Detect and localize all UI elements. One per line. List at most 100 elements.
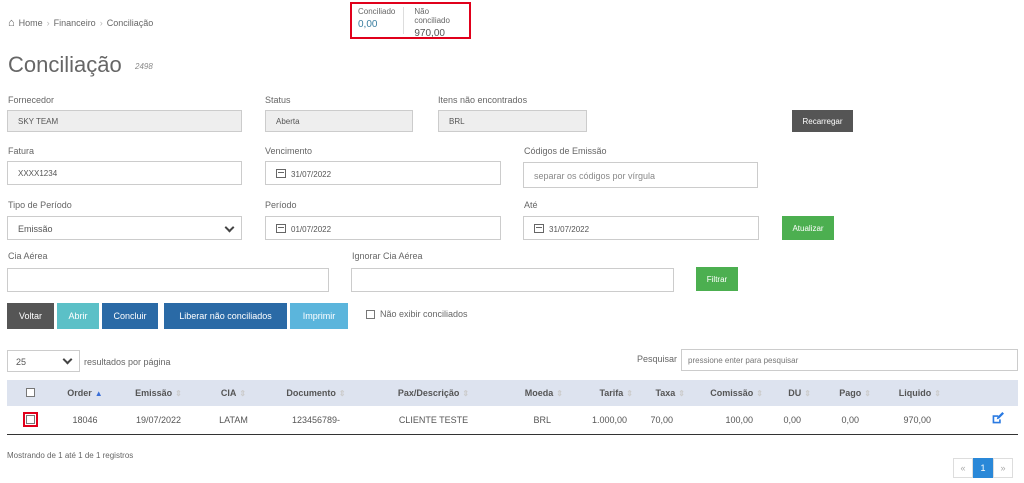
fornecedor-label: Fornecedor <box>8 95 55 105</box>
cia-aerea-input[interactable] <box>7 268 329 292</box>
nao-exibir-conciliados-checkbox[interactable] <box>366 309 375 319</box>
sort-icon: ⇕ <box>626 389 633 398</box>
cia-aerea-label: Cia Aérea <box>8 251 48 261</box>
conciliado-label: Conciliado <box>358 7 396 16</box>
tipo-periodo-label: Tipo de Período <box>8 200 72 210</box>
table-header-row: Order ▲ Emissão ⇕ CIA ⇕ Documento ⇕ Pax/Desc… <box>7 380 1018 406</box>
cell-du: 0,00 <box>763 406 811 435</box>
tipo-periodo-value: Emissão <box>18 224 53 234</box>
header-du[interactable]: DU ⇕ <box>763 380 811 406</box>
periodo-label: Período <box>265 200 297 210</box>
nao-conciliado-summary: Não conciliado 970,00 <box>414 7 463 39</box>
codigos-emissao-label: Códigos de Emissão <box>524 146 607 156</box>
ignorar-cia-label: Ignorar Cia Aérea <box>352 251 423 261</box>
status-field: Aberta <box>265 110 413 132</box>
atualizar-button[interactable]: Atualizar <box>782 216 834 240</box>
header-order[interactable]: Order ▲ <box>54 380 116 406</box>
table-info: Mostrando de 1 até 1 de 1 registros <box>7 451 134 460</box>
header-comissao[interactable]: Comissão ⇕ <box>685 380 763 406</box>
cell-documento: 123456789- <box>266 406 366 435</box>
home-icon[interactable]: ⌂ <box>8 17 15 29</box>
tipo-periodo-select[interactable]: Emissão <box>7 216 242 240</box>
sort-icon: ⇕ <box>175 389 182 398</box>
breadcrumb-home[interactable]: Home <box>19 18 43 28</box>
sort-icon: ⇕ <box>678 389 685 398</box>
calendar-icon <box>534 224 544 233</box>
vencimento-value: 31/07/2022 <box>291 170 332 179</box>
search-label: Pesquisar <box>637 354 678 364</box>
calendar-icon <box>276 169 286 178</box>
search-input[interactable]: pressione enter para pesquisar <box>681 349 1018 371</box>
per-page-label: resultados por página <box>84 357 171 367</box>
header-moeda[interactable]: Moeda ⇕ <box>501 380 563 406</box>
header-documento[interactable]: Documento ⇕ <box>266 380 366 406</box>
edit-icon[interactable] <box>991 412 1004 425</box>
filtrar-button[interactable]: Filtrar <box>696 267 738 291</box>
breadcrumb-financeiro[interactable]: Financeiro <box>54 18 96 28</box>
sort-asc-icon: ▲ <box>94 389 103 398</box>
sort-icon: ⇕ <box>239 389 247 398</box>
nao-conciliado-label: Não conciliado <box>414 7 450 25</box>
row-actions-cell <box>941 406 1018 435</box>
sort-icon: ⇕ <box>338 389 346 398</box>
table-row: 18046 19/07/2022 LATAM 123456789- CLIENT… <box>7 406 1018 435</box>
select-all-checkbox[interactable] <box>26 387 35 397</box>
fornecedor-field: SKY TEAM <box>7 110 242 132</box>
pagination: « 1 » <box>953 458 1013 478</box>
nao-conciliado-value: 970,00 <box>414 28 445 39</box>
page-id: 2498 <box>135 62 153 71</box>
cell-order: 18046 <box>54 406 116 435</box>
conciliado-value: 0,00 <box>358 19 378 30</box>
page-size-value: 25 <box>16 357 27 367</box>
conciliado-summary: Conciliado 0,00 <box>358 7 405 34</box>
header-cia[interactable]: CIA ⇕ <box>201 380 266 406</box>
row-checkbox[interactable] <box>26 415 35 425</box>
sort-icon: ⇕ <box>556 389 563 398</box>
header-pago[interactable]: Pago ⇕ <box>811 380 871 406</box>
imprimir-button[interactable]: Imprimir <box>290 303 348 329</box>
cell-taxa: 70,00 <box>633 406 685 435</box>
header-emissao[interactable]: Emissão ⇕ <box>116 380 201 406</box>
itens-nao-encontrados-label: Itens não encontrados <box>438 95 528 105</box>
nao-exibir-conciliados-label: Não exibir conciliados <box>380 309 468 319</box>
nao-exibir-conciliados-option[interactable]: Não exibir conciliados <box>366 309 468 319</box>
recarregar-button[interactable]: Recarregar <box>792 110 853 132</box>
cell-pago: 0,00 <box>811 406 871 435</box>
vencimento-input[interactable]: 31/07/2022 <box>265 161 501 185</box>
status-label: Status <box>265 95 291 105</box>
sort-icon: ⇕ <box>934 389 941 398</box>
abrir-button[interactable]: Abrir <box>57 303 99 329</box>
header-taxa[interactable]: Taxa ⇕ <box>633 380 685 406</box>
fatura-label: Fatura <box>8 146 35 156</box>
row-select-cell <box>7 406 54 435</box>
cell-tarifa: 1.000,00 <box>563 406 633 435</box>
next-page-button[interactable]: » <box>993 458 1013 478</box>
ignorar-cia-input[interactable] <box>351 268 674 292</box>
header-pax[interactable]: Pax/Descrição ⇕ <box>366 380 501 406</box>
row-checkbox-highlight <box>23 412 38 428</box>
codigos-emissao-input[interactable]: separar os códigos por vírgula <box>523 162 758 188</box>
fatura-input[interactable]: XXXX1234 <box>7 161 242 185</box>
ate-value: 31/07/2022 <box>549 225 590 234</box>
prev-page-button[interactable]: « <box>953 458 973 478</box>
cell-pax: CLIENTE TESTE <box>366 406 501 435</box>
sort-icon: ⇕ <box>756 389 763 398</box>
page-size-select[interactable]: 25 <box>7 350 80 372</box>
breadcrumb: ⌂ Home › Financeiro › Conciliação <box>8 17 153 29</box>
liberar-nao-conciliados-button[interactable]: Liberar não conciliados <box>164 303 287 329</box>
calendar-icon <box>276 224 286 233</box>
voltar-button[interactable]: Voltar <box>7 303 54 329</box>
periodo-input[interactable]: 01/07/2022 <box>265 216 501 240</box>
ate-label: Até <box>524 200 538 210</box>
page-1-button[interactable]: 1 <box>973 458 993 478</box>
header-actions <box>941 380 1018 406</box>
ate-input[interactable]: 31/07/2022 <box>523 216 759 240</box>
reconciliation-table: Order ▲ Emissão ⇕ CIA ⇕ Documento ⇕ Pax/Desc… <box>7 380 1018 435</box>
header-liquido[interactable]: Liquido ⇕ <box>871 380 941 406</box>
sort-icon: ⇕ <box>864 389 871 398</box>
concluir-button[interactable]: Concluir <box>102 303 158 329</box>
cell-cia: LATAM <box>201 406 266 435</box>
sort-icon: ⇕ <box>462 389 470 398</box>
select-all-header <box>7 380 54 406</box>
header-tarifa[interactable]: Tarifa ⇕ <box>563 380 633 406</box>
